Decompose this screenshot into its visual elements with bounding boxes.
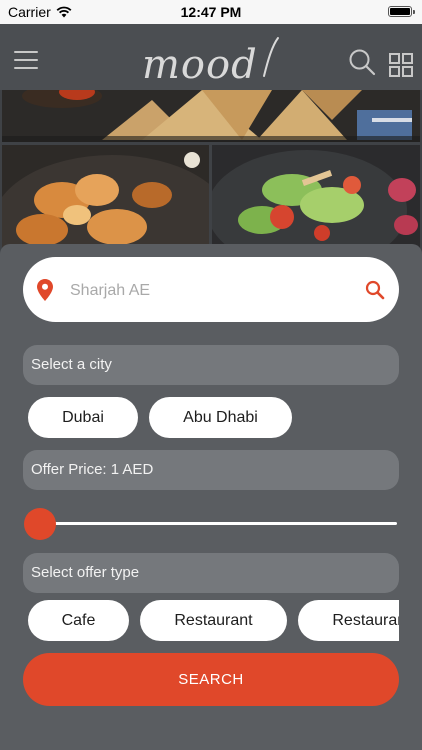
nav-bar: mood — [0, 24, 422, 90]
city-select[interactable]: Select a city — [23, 345, 399, 385]
price-slider-thumb[interactable] — [24, 508, 56, 540]
search-icon[interactable] — [348, 48, 376, 76]
price-slider-track[interactable] — [40, 522, 397, 525]
food-image-quesadilla[interactable] — [2, 90, 420, 142]
location-input[interactable] — [68, 275, 352, 307]
city-select-label: Select a city — [31, 356, 112, 373]
location-pin-icon — [37, 279, 53, 301]
search-button[interactable]: SEARCH — [23, 653, 399, 706]
location-search-icon[interactable] — [365, 280, 385, 300]
menu-icon[interactable] — [14, 51, 38, 69]
grid-view-icon[interactable] — [389, 53, 413, 77]
offer-price-label: Offer Price: 1 AED — [31, 461, 154, 478]
offer-type-option-label: Cafe — [61, 611, 96, 629]
city-option-abu-dhabi[interactable]: Abu Dhabi — [149, 397, 292, 438]
offer-type-option-restaurant-2[interactable]: Restaurant — [298, 600, 399, 641]
offer-type-option-restaurant[interactable]: Restaurant — [140, 600, 287, 641]
offer-type-select-label: Select offer type — [31, 564, 140, 581]
search-filter-panel: Select a city Dubai Abu Dhabi Offer Pric… — [0, 244, 422, 750]
food-image-shrimp[interactable] — [2, 145, 209, 248]
offer-type-select[interactable]: Select offer type — [23, 553, 399, 593]
status-bar: Carrier 12:47 PM — [0, 0, 422, 24]
status-time: 12:47 PM — [180, 4, 242, 20]
battery-icon — [388, 6, 415, 17]
city-option-dubai[interactable]: Dubai — [28, 397, 138, 438]
app-logo: mood — [142, 37, 279, 88]
offer-type-option-label: Restaurant — [174, 611, 253, 629]
food-image-salad[interactable] — [212, 145, 420, 248]
location-search-bar[interactable] — [23, 257, 399, 322]
offer-type-options: Cafe Restaurant Restaurant — [0, 600, 399, 642]
offer-type-option-label: Restaurant — [332, 611, 399, 629]
city-option-label: Abu Dhabi — [183, 408, 258, 426]
logo-text: mood — [142, 42, 258, 88]
offer-price-display: Offer Price: 1 AED — [23, 450, 399, 490]
search-button-label: SEARCH — [178, 671, 244, 688]
city-option-label: Dubai — [62, 408, 104, 426]
offer-type-option-cafe[interactable]: Cafe — [28, 600, 129, 641]
